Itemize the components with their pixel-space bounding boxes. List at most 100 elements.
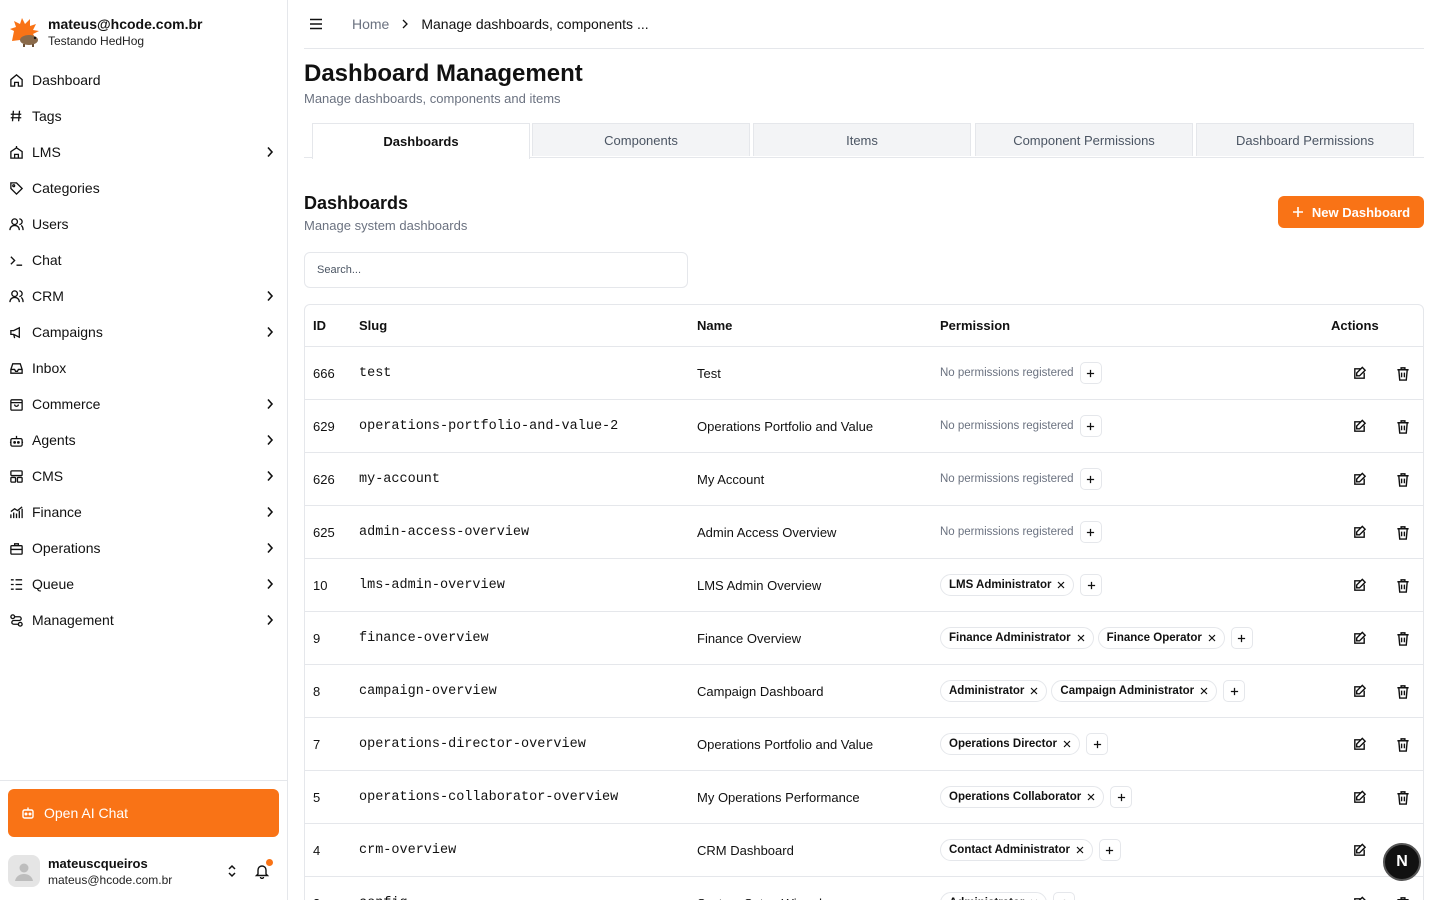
- cell-slug: operations-collaborator-overview: [359, 789, 619, 805]
- cell-actions: [1315, 417, 1423, 435]
- add-permission-button[interactable]: [1223, 680, 1246, 702]
- trash-icon[interactable]: [1394, 364, 1412, 382]
- cell-name: Finance Overview: [697, 630, 802, 646]
- add-permission-button[interactable]: [1079, 362, 1102, 384]
- tab-items[interactable]: Items: [753, 123, 971, 156]
- edit-icon[interactable]: [1350, 417, 1368, 435]
- sidebar-item-label: Agents: [32, 432, 76, 448]
- plus-icon: [1093, 740, 1102, 749]
- add-permission-button[interactable]: [1079, 468, 1102, 490]
- sidebar-item-campaigns[interactable]: Campaigns: [0, 314, 288, 350]
- add-permission-button[interactable]: [1079, 415, 1102, 437]
- cell-name: LMS Admin Overview: [697, 577, 822, 593]
- next-devtools-button[interactable]: N: [1383, 843, 1421, 881]
- edit-icon[interactable]: [1350, 364, 1368, 382]
- page-subtitle: Manage dashboards, components and items: [304, 91, 561, 106]
- cell-slug: campaign-overview: [359, 683, 497, 699]
- trash-icon[interactable]: [1394, 682, 1412, 700]
- remove-permission-icon[interactable]: [1200, 687, 1208, 695]
- trash-icon[interactable]: [1394, 576, 1412, 594]
- trash-icon[interactable]: [1394, 894, 1412, 900]
- edit-icon[interactable]: [1350, 682, 1368, 700]
- add-permission-button[interactable]: [1053, 892, 1076, 900]
- table-row: 8 campaign-overview Campaign Dashboard Admi…: [305, 665, 1423, 718]
- cell-id: 625: [313, 524, 335, 540]
- add-permission-button[interactable]: [1079, 521, 1102, 543]
- tab-component-permissions[interactable]: Component Permissions: [975, 123, 1193, 156]
- sidebar-item-tags[interactable]: Tags: [0, 98, 288, 134]
- add-permission-button[interactable]: [1086, 733, 1108, 755]
- new-dashboard-button[interactable]: New Dashboard: [1278, 196, 1424, 228]
- trash-icon[interactable]: [1394, 629, 1412, 647]
- permission-badge-label: Contact Administrator: [949, 844, 1070, 856]
- tab-components[interactable]: Components: [532, 123, 750, 156]
- edit-icon[interactable]: [1350, 470, 1368, 488]
- add-permission-button[interactable]: [1110, 786, 1133, 808]
- account-text: mateus@hcode.com.br Testando HedHog: [48, 16, 202, 49]
- sidebar-item-queue[interactable]: Queue: [0, 566, 288, 602]
- shopping-bag-icon: [8, 396, 24, 412]
- sidebar-item-chat[interactable]: Chat: [0, 242, 288, 278]
- plus-icon: [1086, 475, 1095, 484]
- plus-icon: [1230, 687, 1239, 696]
- remove-permission-icon[interactable]: [1077, 634, 1085, 642]
- notifications-button[interactable]: [252, 859, 273, 881]
- permission-badge-label: Operations Collaborator: [949, 791, 1082, 803]
- edit-icon[interactable]: [1350, 894, 1368, 900]
- trash-icon[interactable]: [1394, 417, 1412, 435]
- sidebar-item-label: Users: [32, 216, 69, 232]
- account-switcher[interactable]: mateus@hcode.com.br Testando HedHog: [8, 12, 280, 52]
- sidebar-item-lms[interactable]: LMS: [0, 134, 288, 170]
- cell-slug: test: [359, 365, 392, 381]
- add-permission-button[interactable]: [1230, 627, 1253, 649]
- permission-badge: Contact Administrator: [940, 839, 1093, 861]
- sidebar-item-inbox[interactable]: Inbox: [0, 350, 288, 386]
- sidebar-item-dashboard[interactable]: Dashboard: [0, 62, 288, 98]
- add-permission-button[interactable]: [1098, 839, 1121, 861]
- sidebar-toggle-button[interactable]: [306, 14, 326, 34]
- cell-permission: No permissions registered: [940, 415, 1315, 437]
- breadcrumb-home[interactable]: Home: [352, 16, 389, 32]
- sidebar-item-users[interactable]: Users: [0, 206, 288, 242]
- cell-actions: [1315, 629, 1423, 647]
- sidebar-item-agents[interactable]: Agents: [0, 422, 288, 458]
- edit-icon[interactable]: [1350, 788, 1368, 806]
- remove-permission-icon[interactable]: [1076, 846, 1084, 854]
- plus-icon: [1292, 207, 1303, 217]
- edit-icon[interactable]: [1350, 576, 1368, 594]
- trash-icon[interactable]: [1394, 523, 1412, 541]
- edit-icon[interactable]: [1350, 523, 1368, 541]
- remove-permission-icon[interactable]: [1087, 793, 1095, 801]
- tab-dashboards[interactable]: Dashboards: [312, 123, 530, 159]
- sidebar-item-operations[interactable]: Operations: [0, 530, 288, 566]
- chevrons-up-down-icon[interactable]: [224, 861, 240, 881]
- sidebar-item-management[interactable]: Management: [0, 602, 288, 638]
- add-permission-button[interactable]: [1080, 574, 1103, 596]
- user-menu[interactable]: mateuscqueiros mateus@hcode.com.br: [8, 851, 280, 891]
- sidebar-item-commerce[interactable]: Commerce: [0, 386, 288, 422]
- user-email: mateus@hcode.com.br: [48, 872, 173, 887]
- sidebar-item-cms[interactable]: CMS: [0, 458, 288, 494]
- cell-id: 9: [313, 630, 321, 646]
- trash-icon[interactable]: [1394, 735, 1412, 753]
- sidebar-item-crm[interactable]: CRM: [0, 278, 288, 314]
- trash-icon[interactable]: [1394, 788, 1412, 806]
- sidebar-item-finance[interactable]: Finance: [0, 494, 288, 530]
- remove-permission-icon[interactable]: [1030, 687, 1038, 695]
- remove-permission-icon[interactable]: [1208, 634, 1216, 642]
- sidebar-nav: Dashboard Tags LMS Categories Users Chat CRM Ca…: [0, 62, 288, 638]
- trash-icon[interactable]: [1394, 470, 1412, 488]
- remove-permission-icon[interactable]: [1057, 581, 1065, 589]
- remove-permission-icon[interactable]: [1063, 740, 1071, 748]
- search-input[interactable]: [304, 252, 688, 288]
- tab-dashboard-permissions[interactable]: Dashboard Permissions: [1196, 123, 1414, 156]
- edit-icon[interactable]: [1350, 841, 1368, 859]
- sidebar-item-categories[interactable]: Categories: [0, 170, 288, 206]
- cell-id: 8: [313, 683, 321, 699]
- chevron-right-icon: [262, 396, 278, 412]
- open-ai-chat-button[interactable]: Open AI Chat: [8, 789, 279, 837]
- plus-icon: [1086, 422, 1095, 431]
- edit-icon[interactable]: [1350, 629, 1368, 647]
- edit-icon[interactable]: [1350, 735, 1368, 753]
- permission-badge-label: Operations Director: [949, 738, 1057, 750]
